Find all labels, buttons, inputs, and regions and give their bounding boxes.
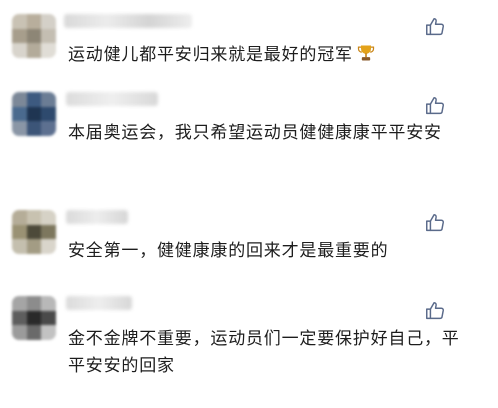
like-button[interactable]	[424, 16, 446, 38]
thumbs-up-icon	[426, 302, 444, 320]
thumbs-up-icon	[426, 97, 444, 115]
trophy-icon	[356, 43, 376, 72]
avatar[interactable]	[12, 92, 56, 136]
thumbs-up-icon	[426, 214, 444, 232]
username-redacted	[66, 210, 128, 224]
like-button[interactable]	[424, 212, 446, 234]
like-button[interactable]	[424, 300, 446, 322]
comment-text: 运动健儿都平安归来就是最好的冠军	[68, 42, 468, 72]
username-redacted	[66, 92, 158, 106]
comment-text: 本届奥运会，我只希望运动员健健康康平平安安	[68, 123, 442, 143]
username-redacted	[66, 296, 132, 310]
avatar[interactable]	[12, 210, 56, 254]
username-redacted	[64, 14, 192, 28]
avatar[interactable]	[12, 296, 56, 340]
comment-text: 金不金牌不重要，运动员们一定要保护好自己，平平安安的回家	[68, 329, 460, 376]
thumbs-up-icon	[426, 18, 444, 36]
avatar[interactable]	[12, 14, 56, 58]
like-button[interactable]	[424, 95, 446, 117]
comment-text: 安全第一，健健康康的回来才是最重要的	[68, 241, 389, 261]
